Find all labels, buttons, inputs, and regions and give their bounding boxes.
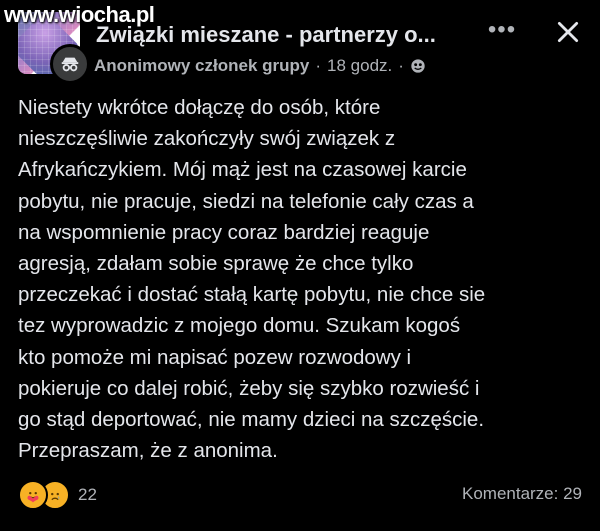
reactions-summary[interactable]: 22: [18, 480, 97, 510]
comments-count[interactable]: Komentarze: 29: [462, 484, 582, 504]
globe-icon: [411, 59, 425, 73]
more-options-button[interactable]: •••: [480, 16, 524, 43]
close-button[interactable]: [550, 14, 586, 50]
reaction-count: 22: [78, 485, 97, 504]
post-header: www.wiocha.pl Związki mieszane - partner…: [0, 0, 600, 92]
post-text: Niestety wkrótce dołączę do osób, które …: [18, 96, 486, 463]
post-timestamp[interactable]: 18 godz.: [327, 56, 392, 76]
post-meta: Anonimowy członek grupy · 18 godz. ·: [94, 56, 426, 76]
anonymous-user-icon: [61, 57, 79, 72]
watermark: www.wiocha.pl: [4, 2, 155, 27]
meta-separator: ·: [315, 56, 322, 75]
meta-separator: ·: [398, 56, 404, 75]
care-emoji-icon: [18, 480, 48, 510]
anonymous-avatar[interactable]: [50, 44, 90, 84]
author-name[interactable]: Anonimowy członek grupy: [94, 56, 309, 76]
close-icon: [557, 21, 579, 43]
post-footer: 22 Komentarze: 29: [0, 478, 600, 518]
